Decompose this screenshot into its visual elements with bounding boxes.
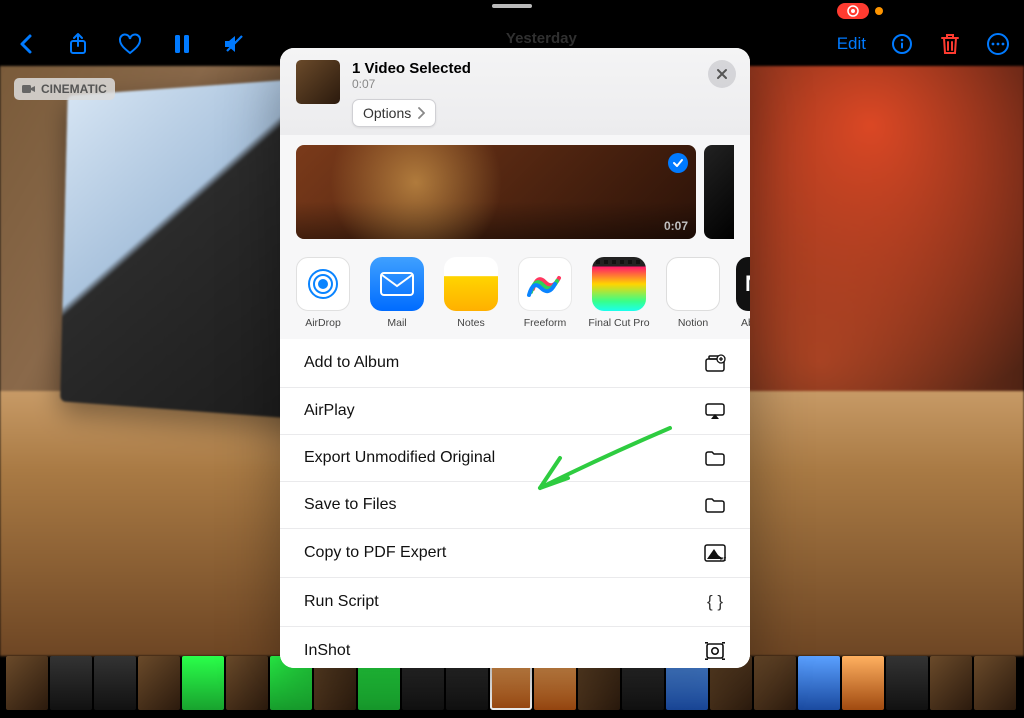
- video-preview[interactable]: 0:07: [296, 145, 696, 239]
- mic-indicator-icon: [875, 7, 883, 15]
- battery-percent: 54 %: [948, 4, 978, 19]
- info-button[interactable]: [890, 32, 914, 56]
- share-duration: 0:07: [352, 77, 471, 91]
- action-run-script[interactable]: Run Script { }: [280, 577, 750, 626]
- thumbnail[interactable]: [94, 656, 136, 710]
- thumbnail[interactable]: [930, 656, 972, 710]
- folder-icon: [704, 496, 726, 514]
- share-sheet: 1 Video Selected 0:07 Options 0:07: [280, 48, 750, 668]
- share-app-notes[interactable]: Notes: [438, 257, 504, 329]
- thumbnail[interactable]: [50, 656, 92, 710]
- wifi-icon: [906, 4, 922, 19]
- thumbnail[interactable]: [974, 656, 1016, 710]
- mail-icon: [370, 257, 424, 311]
- share-app-airdrop[interactable]: AirDrop: [290, 257, 356, 329]
- share-app-notion[interactable]: N Notion: [660, 257, 726, 329]
- ableton-icon: N: [736, 257, 750, 311]
- video-preview-next[interactable]: [704, 145, 734, 239]
- share-app-ableton[interactable]: N Ablet: [734, 257, 750, 329]
- svg-text:PDF: PDF: [720, 557, 726, 563]
- thumbnail[interactable]: [798, 656, 840, 710]
- more-button[interactable]: [986, 32, 1010, 56]
- favorite-button[interactable]: [118, 32, 142, 56]
- folder-icon: [704, 449, 726, 467]
- action-add-to-album[interactable]: Add to Album: [280, 339, 750, 387]
- title-date: Yesterday: [506, 30, 577, 47]
- thumbnail[interactable]: [182, 656, 224, 710]
- thumbnail[interactable]: [754, 656, 796, 710]
- share-apps-row[interactable]: AirDrop Mail Notes Freeform Final Cut Pr…: [280, 257, 750, 329]
- thumbnail[interactable]: [886, 656, 928, 710]
- notion-icon: N: [666, 257, 720, 311]
- action-inshot[interactable]: InShot: [280, 626, 750, 668]
- airplane-icon: ✈︎: [889, 3, 900, 19]
- thumbnail[interactable]: [842, 656, 884, 710]
- airplay-icon: [704, 402, 726, 420]
- preview-duration: 0:07: [664, 219, 688, 233]
- inshot-icon: [704, 641, 726, 661]
- thumbnail[interactable]: [6, 656, 48, 710]
- screen-record-indicator[interactable]: [837, 3, 869, 19]
- thumbnail[interactable]: [138, 656, 180, 710]
- options-button[interactable]: Options: [352, 99, 436, 127]
- back-button[interactable]: [14, 32, 38, 56]
- chevron-right-icon: [417, 107, 425, 119]
- freeform-icon: [518, 257, 572, 311]
- camera-icon: [22, 83, 36, 95]
- action-save-to-files[interactable]: Save to Files: [280, 481, 750, 528]
- headphones-icon: [928, 3, 942, 20]
- braces-icon: { }: [704, 592, 726, 612]
- selected-check-icon: [668, 153, 688, 173]
- notes-icon: [444, 257, 498, 311]
- mute-button[interactable]: [222, 32, 246, 56]
- share-app-mail[interactable]: Mail: [364, 257, 430, 329]
- close-icon: [716, 68, 728, 80]
- actions-list: Add to Album AirPlay Export Unmodified O…: [280, 339, 750, 668]
- action-copy-to-pdf-expert[interactable]: Copy to PDF Expert PDF: [280, 528, 750, 577]
- share-title: 1 Video Selected: [352, 60, 471, 77]
- airdrop-icon: [296, 257, 350, 311]
- thumbnail[interactable]: [226, 656, 268, 710]
- battery-icon: [984, 5, 1014, 17]
- pause-button[interactable]: [170, 32, 194, 56]
- preview-row: 0:07: [296, 145, 734, 239]
- delete-button[interactable]: [938, 32, 962, 56]
- add-album-icon: [704, 353, 726, 373]
- share-app-finalcutpro[interactable]: Final Cut Pro: [586, 257, 652, 329]
- status-date: Tue 27. Feb: [55, 4, 126, 19]
- action-airplay[interactable]: AirPlay: [280, 387, 750, 434]
- share-sheet-header: 1 Video Selected 0:07 Options: [280, 48, 750, 135]
- edit-button[interactable]: Edit: [837, 34, 866, 54]
- share-thumbnail: [296, 60, 340, 104]
- pdfexpert-icon: PDF: [704, 543, 726, 563]
- finalcutpro-icon: [592, 257, 646, 311]
- action-export-unmodified-original[interactable]: Export Unmodified Original: [280, 434, 750, 481]
- status-time: 10:53: [10, 4, 43, 19]
- cinematic-badge: CINEMATIC: [14, 78, 115, 100]
- share-button[interactable]: [66, 32, 90, 56]
- status-bar: 10:53 Tue 27. Feb ✈︎ 54 %: [0, 0, 1024, 22]
- share-app-freeform[interactable]: Freeform: [512, 257, 578, 329]
- close-button[interactable]: [708, 60, 736, 88]
